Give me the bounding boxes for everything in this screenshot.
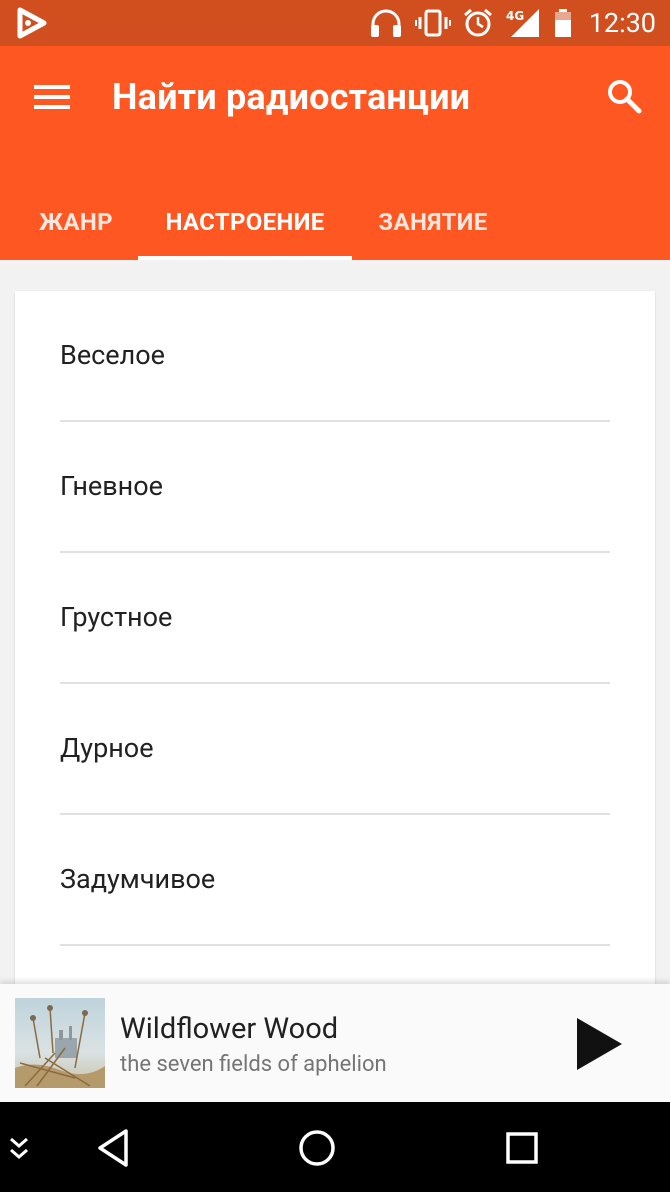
play-logo-icon — [17, 7, 47, 39]
tab-genre[interactable]: ЖАНР — [14, 184, 138, 260]
list-item-sad[interactable]: Грустное — [60, 553, 610, 684]
tab-activity-label: ЗАНЯТИЕ — [378, 208, 488, 236]
tab-mood[interactable]: НАСТРОЕНИЕ — [138, 184, 352, 260]
alarm-icon — [463, 8, 492, 37]
vibrate-icon — [414, 9, 451, 37]
battery-icon — [554, 9, 571, 37]
play-icon[interactable] — [574, 1016, 624, 1072]
list-item-happy[interactable]: Веселое — [60, 291, 610, 422]
tab-activity[interactable]: ЗАНЯТИЕ — [352, 184, 514, 260]
page-title: Найти радиостанции — [112, 76, 471, 118]
back-icon[interactable] — [96, 1128, 130, 1168]
tab-bar: ЖАНР НАСТРОЕНИЕ ЗАНЯТИЕ — [0, 184, 670, 260]
search-icon[interactable] — [606, 78, 642, 114]
list-item-label: Веселое — [60, 339, 165, 371]
collapse-icon[interactable] — [8, 1136, 30, 1162]
app-bar: Найти радиостанции ЖАНР НАСТРОЕНИЕ ЗАНЯТ… — [0, 46, 670, 260]
recents-icon[interactable] — [504, 1130, 540, 1166]
divider — [60, 944, 610, 946]
mood-list-card: Веселое Гневное Грустное Дурное Задумчив… — [15, 291, 655, 991]
home-icon[interactable] — [297, 1128, 337, 1168]
hamburger-menu-icon[interactable] — [32, 82, 72, 112]
status-bar: 4G 12:30 — [0, 0, 670, 46]
status-time: 12:30 — [588, 7, 656, 39]
list-item-label: Гневное — [60, 470, 163, 502]
track-artist: the seven fields of aphelion — [120, 1052, 387, 1077]
track-title: Wildflower Wood — [120, 1012, 339, 1046]
list-item-label: Дурное — [60, 732, 154, 764]
tab-genre-label: ЖАНР — [39, 208, 113, 236]
list-item-label: Грустное — [60, 601, 173, 633]
list-item-bad[interactable]: Дурное — [60, 684, 610, 815]
navigation-bar — [0, 1102, 670, 1192]
list-item-angry[interactable]: Гневное — [60, 422, 610, 553]
status-icons: 4G 12:30 — [369, 0, 656, 46]
album-art[interactable] — [15, 998, 105, 1088]
now-playing-bar[interactable]: Wildflower Wood the seven fields of aphe… — [0, 984, 670, 1102]
list-item-pensive[interactable]: Задумчивое — [60, 815, 610, 946]
tab-active-indicator — [138, 256, 352, 260]
list-item-label: Задумчивое — [60, 863, 216, 895]
tab-mood-label: НАСТРОЕНИЕ — [165, 208, 325, 236]
network-label: 4G — [506, 9, 524, 23]
headphones-icon — [370, 9, 401, 37]
signal-icon: 4G — [506, 9, 539, 37]
